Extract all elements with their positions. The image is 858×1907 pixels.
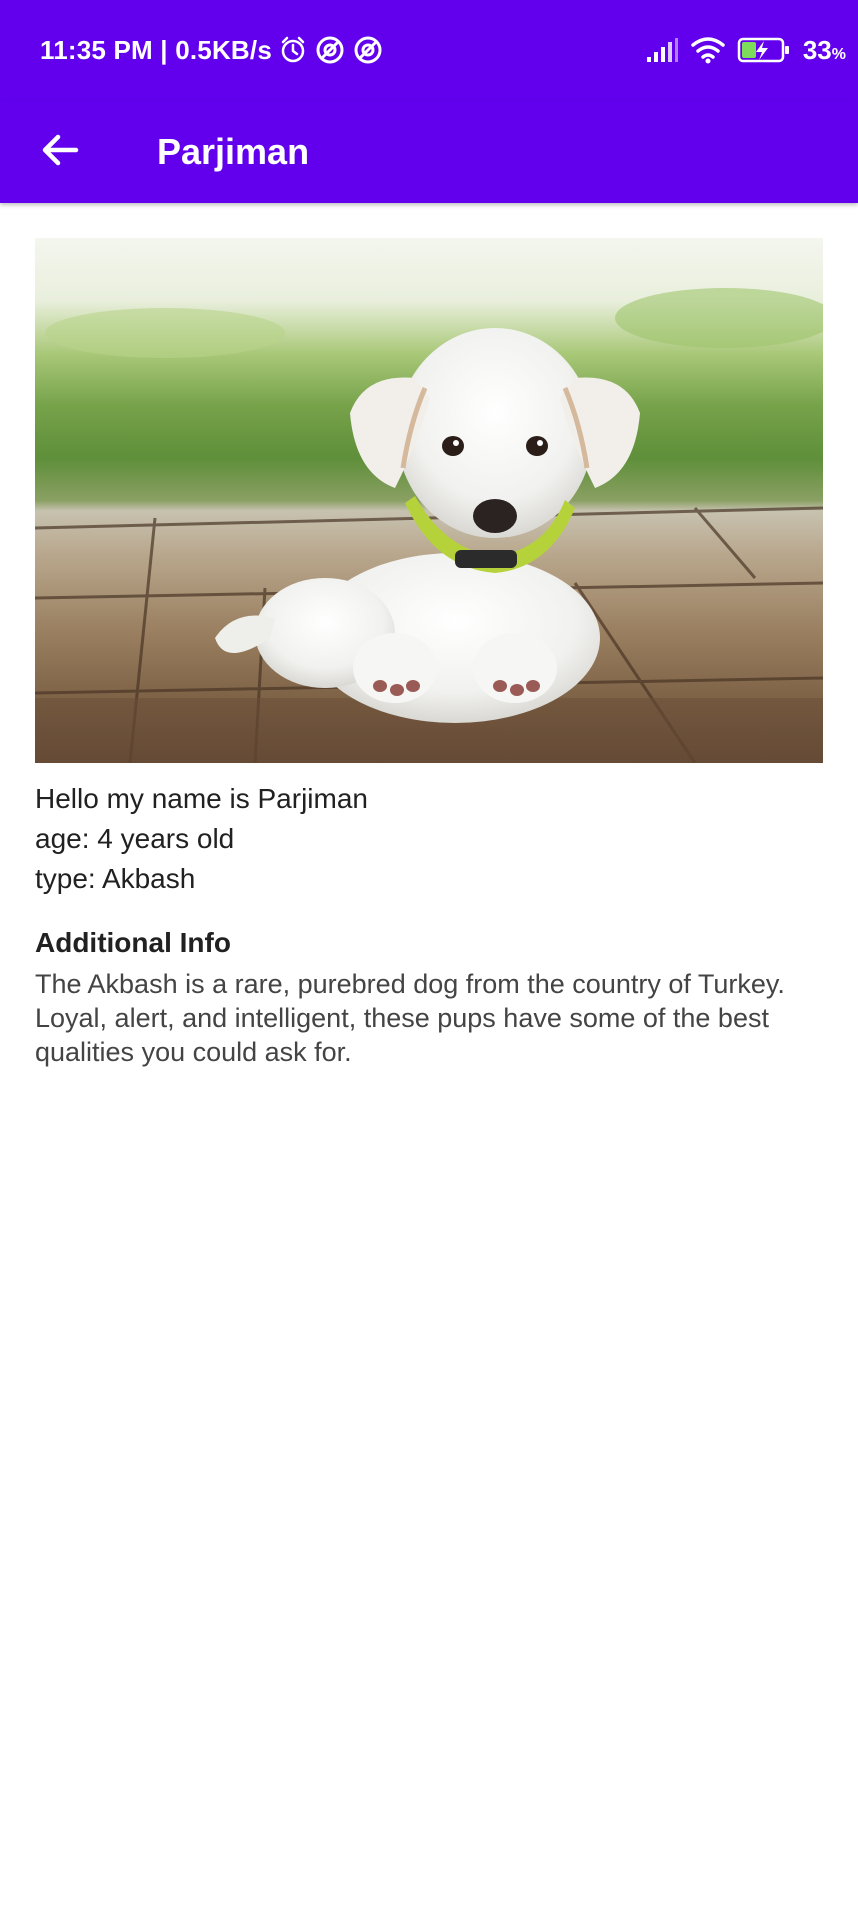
location-off-icon bbox=[352, 34, 384, 66]
app-bar: Parjiman bbox=[0, 100, 858, 203]
battery-percent-value: 33 bbox=[802, 34, 832, 65]
pet-type: type: Akbash bbox=[35, 863, 196, 894]
arrow-left-icon bbox=[40, 130, 80, 175]
alarm-icon bbox=[278, 35, 308, 65]
pet-details: Hello my name is Parjiman age: 4 years o… bbox=[35, 779, 823, 899]
status-right: 33% bbox=[645, 30, 846, 70]
location-off-icon bbox=[314, 34, 346, 66]
pet-photo bbox=[35, 238, 823, 763]
status-bar: 11:35 PM | 0.5KB/s 33% bbox=[0, 0, 858, 100]
status-time: 11:35 PM | 0.5KB/s bbox=[40, 34, 272, 65]
wifi-icon bbox=[691, 36, 725, 64]
battery-percent: 33% bbox=[803, 35, 846, 66]
status-left: 11:35 PM | 0.5KB/s bbox=[40, 30, 384, 70]
battery-percent-sign: % bbox=[831, 45, 846, 63]
pet-detail-content: Hello my name is Parjiman age: 4 years o… bbox=[35, 238, 823, 1069]
pet-greeting: Hello my name is Parjiman bbox=[35, 783, 368, 814]
battery-charging-icon bbox=[737, 36, 791, 64]
back-button[interactable] bbox=[30, 122, 90, 182]
pet-age: age: 4 years old bbox=[35, 823, 235, 854]
additional-info-heading: Additional Info bbox=[35, 927, 231, 958]
page-title: Parjiman bbox=[157, 131, 310, 172]
additional-info-body: The Akbash is a rare, purebred dog from … bbox=[35, 969, 785, 1067]
signal-icon bbox=[645, 37, 679, 63]
